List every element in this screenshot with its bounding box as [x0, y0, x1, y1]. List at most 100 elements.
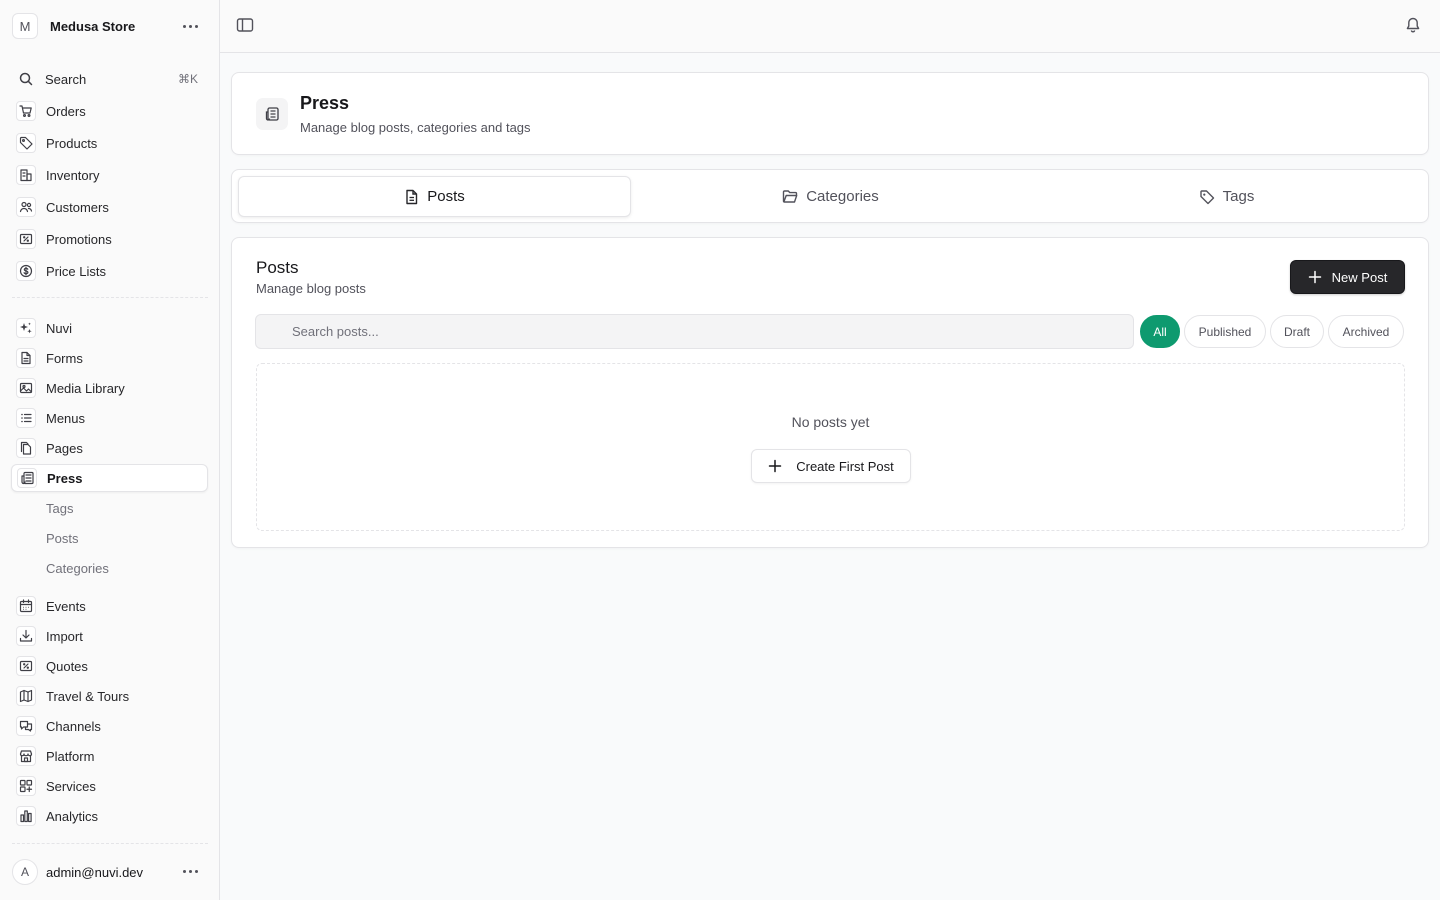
search-nav-item[interactable]: Search ⌘K	[11, 65, 208, 93]
press-subitem-categories[interactable]: Categories	[46, 557, 109, 579]
sidebar-item-services[interactable]: Services	[11, 772, 208, 800]
empty-state-text: No posts yet	[791, 414, 870, 430]
page-title: Press	[300, 93, 350, 113]
sidebar-item-label: Platform	[46, 748, 95, 764]
new-post-button[interactable]: New Post	[1290, 260, 1405, 294]
tab-label: Posts	[427, 188, 465, 205]
plus-icon	[1308, 270, 1322, 284]
building-icon	[16, 165, 36, 185]
tabs-bar: Posts Categories Tags	[231, 169, 1429, 223]
tag-icon	[1199, 189, 1215, 205]
search-posts-container	[255, 314, 1134, 349]
page-header-card: Press Manage blog posts, categories and …	[231, 72, 1429, 155]
download-icon	[16, 626, 36, 646]
sidebar-item-label: Price Lists	[46, 263, 106, 279]
press-subitem-posts[interactable]: Posts	[46, 527, 79, 549]
calendar-icon	[16, 596, 36, 616]
tab-categories[interactable]: Categories	[634, 176, 1027, 217]
filter-archived[interactable]: Archived	[1328, 315, 1404, 348]
tab-tags[interactable]: Tags	[1030, 176, 1423, 217]
sidebar-item-label: Pages	[46, 440, 83, 456]
tab-label: Categories	[806, 188, 879, 205]
user-email: admin@nuvi.dev	[46, 864, 144, 880]
search-posts-input[interactable]	[256, 315, 1133, 348]
tab-posts[interactable]: Posts	[238, 176, 631, 217]
receipt-percent-icon	[16, 229, 36, 249]
sidebar-item-label: Customers	[46, 199, 109, 215]
sparkles-icon	[16, 318, 36, 338]
filter-all[interactable]: All	[1140, 315, 1180, 348]
sidebar-item-label: Import	[46, 628, 83, 644]
empty-state: No posts yet Create First Post	[256, 363, 1405, 531]
currency-dollar-icon	[16, 261, 36, 281]
chat-icon	[16, 716, 36, 736]
bell-icon[interactable]	[1404, 16, 1424, 36]
cart-icon	[16, 101, 36, 121]
sidebar-item-promotions[interactable]: Promotions	[11, 225, 208, 253]
sidebar-item-label: Press	[47, 470, 83, 486]
sidebar-item-customers[interactable]: Customers	[11, 193, 208, 221]
sidebar-item-label: Menus	[46, 410, 86, 426]
store-switcher[interactable]: M Medusa Store	[12, 13, 208, 39]
store-icon	[16, 746, 36, 766]
folder-icon	[782, 189, 798, 204]
create-first-post-label: Create First Post	[796, 458, 894, 474]
sidebar-item-price-lists[interactable]: Price Lists	[11, 257, 208, 285]
sidebar-item-media-library[interactable]: Media Library	[11, 374, 208, 402]
documents-icon	[16, 438, 36, 458]
sidebar-item-label: Quotes	[46, 658, 88, 674]
store-menu-icon[interactable]	[180, 17, 200, 35]
sidebar-item-label: Inventory	[46, 167, 100, 183]
sidebar-item-label: Orders	[46, 103, 86, 119]
user-menu[interactable]: A admin@nuvi.dev	[12, 858, 208, 886]
list-icon	[16, 408, 36, 428]
sidebar: M Medusa Store Search ⌘K Orders Products I…	[0, 0, 220, 900]
sidebar-item-travel-tours[interactable]: Travel & Tours	[11, 682, 208, 710]
sidebar-item-quotes[interactable]: Quotes	[11, 652, 208, 680]
tab-label: Tags	[1222, 188, 1255, 205]
sidebar-divider	[12, 297, 208, 298]
map-icon	[16, 686, 36, 706]
user-avatar: A	[12, 859, 38, 885]
filter-published[interactable]: Published	[1184, 315, 1266, 348]
photo-icon	[16, 378, 36, 398]
sidebar-item-label: Travel & Tours	[46, 688, 130, 704]
sidebar-item-label: Channels	[46, 718, 101, 734]
users-icon	[16, 197, 36, 217]
sidebar-item-forms[interactable]: Forms	[11, 344, 208, 372]
sidebar-item-events[interactable]: Events	[11, 592, 208, 620]
search-shortcut: ⌘K	[177, 72, 198, 86]
sidebar-item-pages[interactable]: Pages	[11, 434, 208, 462]
user-menu-icon[interactable]	[180, 862, 200, 880]
store-name: Medusa Store	[50, 18, 136, 34]
sidebar-divider	[12, 843, 208, 844]
tag-icon	[16, 133, 36, 153]
press-subitem-tags[interactable]: Tags	[46, 497, 73, 519]
sidebar-item-label: Events	[46, 598, 86, 614]
grid-plus-icon	[16, 776, 36, 796]
receipt-percent-icon	[16, 656, 36, 676]
sidebar-item-nuvi[interactable]: Nuvi	[11, 314, 208, 342]
newspaper-icon	[256, 98, 288, 130]
sidebar-item-label: Promotions	[46, 231, 112, 247]
sidebar-item-inventory[interactable]: Inventory	[11, 161, 208, 189]
sidebar-item-import[interactable]: Import	[11, 622, 208, 650]
sidebar-item-label: Media Library	[46, 380, 125, 396]
sidebar-item-channels[interactable]: Channels	[11, 712, 208, 740]
sidebar-item-menus[interactable]: Menus	[11, 404, 208, 432]
search-icon	[16, 69, 36, 89]
search-label: Search	[45, 71, 87, 87]
create-first-post-button[interactable]: Create First Post	[751, 449, 911, 483]
posts-card: Posts Manage blog posts New Post All Pub…	[231, 237, 1429, 548]
sidebar-item-orders[interactable]: Orders	[11, 97, 208, 125]
sidebar-item-label: Services	[46, 778, 96, 794]
filter-draft[interactable]: Draft	[1270, 315, 1324, 348]
sidebar-toggle-icon[interactable]	[236, 17, 256, 35]
sidebar-item-label: Nuvi	[46, 320, 73, 336]
sidebar-item-press[interactable]: Press	[11, 464, 208, 492]
sidebar-item-products[interactable]: Products	[11, 129, 208, 157]
sidebar-item-platform[interactable]: Platform	[11, 742, 208, 770]
plus-icon	[768, 459, 782, 473]
new-post-label: New Post	[1331, 269, 1388, 285]
sidebar-item-analytics[interactable]: Analytics	[11, 802, 208, 830]
